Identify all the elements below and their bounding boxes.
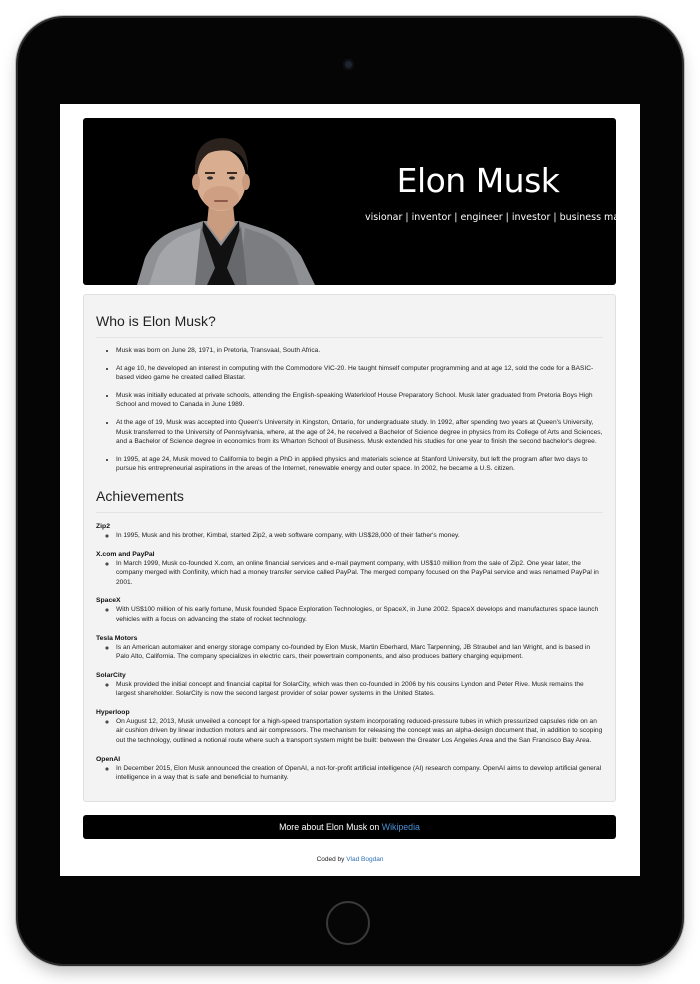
author-link[interactable]: Vlad Bogdan (346, 856, 383, 863)
achievement-text: In December 2015, Elon Musk announced th… (116, 764, 603, 783)
achievement-text: In March 1999, Musk co-founded X.com, an… (116, 559, 603, 588)
more-info-text: More about Elon Musk on (279, 822, 380, 832)
footer-text: Coded by (316, 856, 345, 863)
screen: Elon Musk visionar | inventor | engineer… (60, 104, 640, 876)
bio-item: In 1995, at age 24, Musk moved to Califo… (116, 455, 603, 474)
achievement-name: SolarCity (96, 671, 126, 679)
achievement-item: OpenAI In December 2015, Elon Musk annou… (96, 755, 603, 783)
bio-list: Musk was born on June 28, 1971, in Preto… (96, 346, 603, 474)
bio-item: At age 10, he developed an interest in c… (116, 364, 603, 383)
achievement-name: Hyperloop (96, 708, 130, 716)
achievement-name: X.com and PayPal (96, 550, 155, 558)
achievement-name: OpenAI (96, 755, 121, 763)
tablet-frame: Elon Musk visionar | inventor | engineer… (18, 18, 682, 964)
hero-tagline: visionar | inventor | engineer | investo… (365, 212, 616, 223)
achievement-text: Musk provided the initial concept and fi… (116, 680, 603, 699)
achievements-title: Achievements (96, 488, 603, 513)
more-info-bar: More about Elon Musk on Wikipedia (83, 815, 616, 839)
content-card: Who is Elon Musk? Musk was born on June … (83, 294, 616, 802)
achievement-text: With US$100 million of his early fortune… (116, 605, 603, 624)
achievement-item: Tesla Motors Is an American automaker an… (96, 634, 603, 662)
achievement-text: Is an American automaker and energy stor… (116, 643, 603, 662)
bio-title: Who is Elon Musk? (96, 313, 603, 338)
achievement-item: X.com and PayPal In March 1999, Musk co-… (96, 550, 603, 588)
bio-item: Musk was born on June 28, 1971, in Preto… (116, 346, 603, 356)
achievement-item: Hyperloop On August 12, 2013, Musk unvei… (96, 708, 603, 746)
wikipedia-link[interactable]: Wikipedia (382, 822, 420, 832)
footer: Coded by Vlad Bogdan (60, 856, 640, 863)
achievement-item: Zip2 In 1995, Musk and his brother, Kimb… (96, 522, 603, 541)
portrait-image (137, 138, 315, 285)
achievement-item: SolarCity Musk provided the initial conc… (96, 671, 603, 699)
bio-item: Musk was initially educated at private s… (116, 391, 603, 410)
hero-name: Elon Musk (396, 161, 560, 200)
achievement-text: In 1995, Musk and his brother, Kimbal, s… (116, 531, 603, 541)
achievement-name: SpaceX (96, 597, 121, 605)
achievement-text: On August 12, 2013, Musk unveiled a conc… (116, 717, 603, 746)
hero-banner: Elon Musk visionar | inventor | engineer… (83, 118, 616, 285)
achievement-name: Zip2 (96, 522, 110, 530)
achievement-name: Tesla Motors (96, 634, 138, 642)
camera-icon (343, 59, 354, 70)
achievement-item: SpaceX With US$100 million of his early … (96, 596, 603, 624)
bio-item: At the age of 19, Musk was accepted into… (116, 418, 603, 447)
home-button[interactable] (326, 901, 370, 945)
